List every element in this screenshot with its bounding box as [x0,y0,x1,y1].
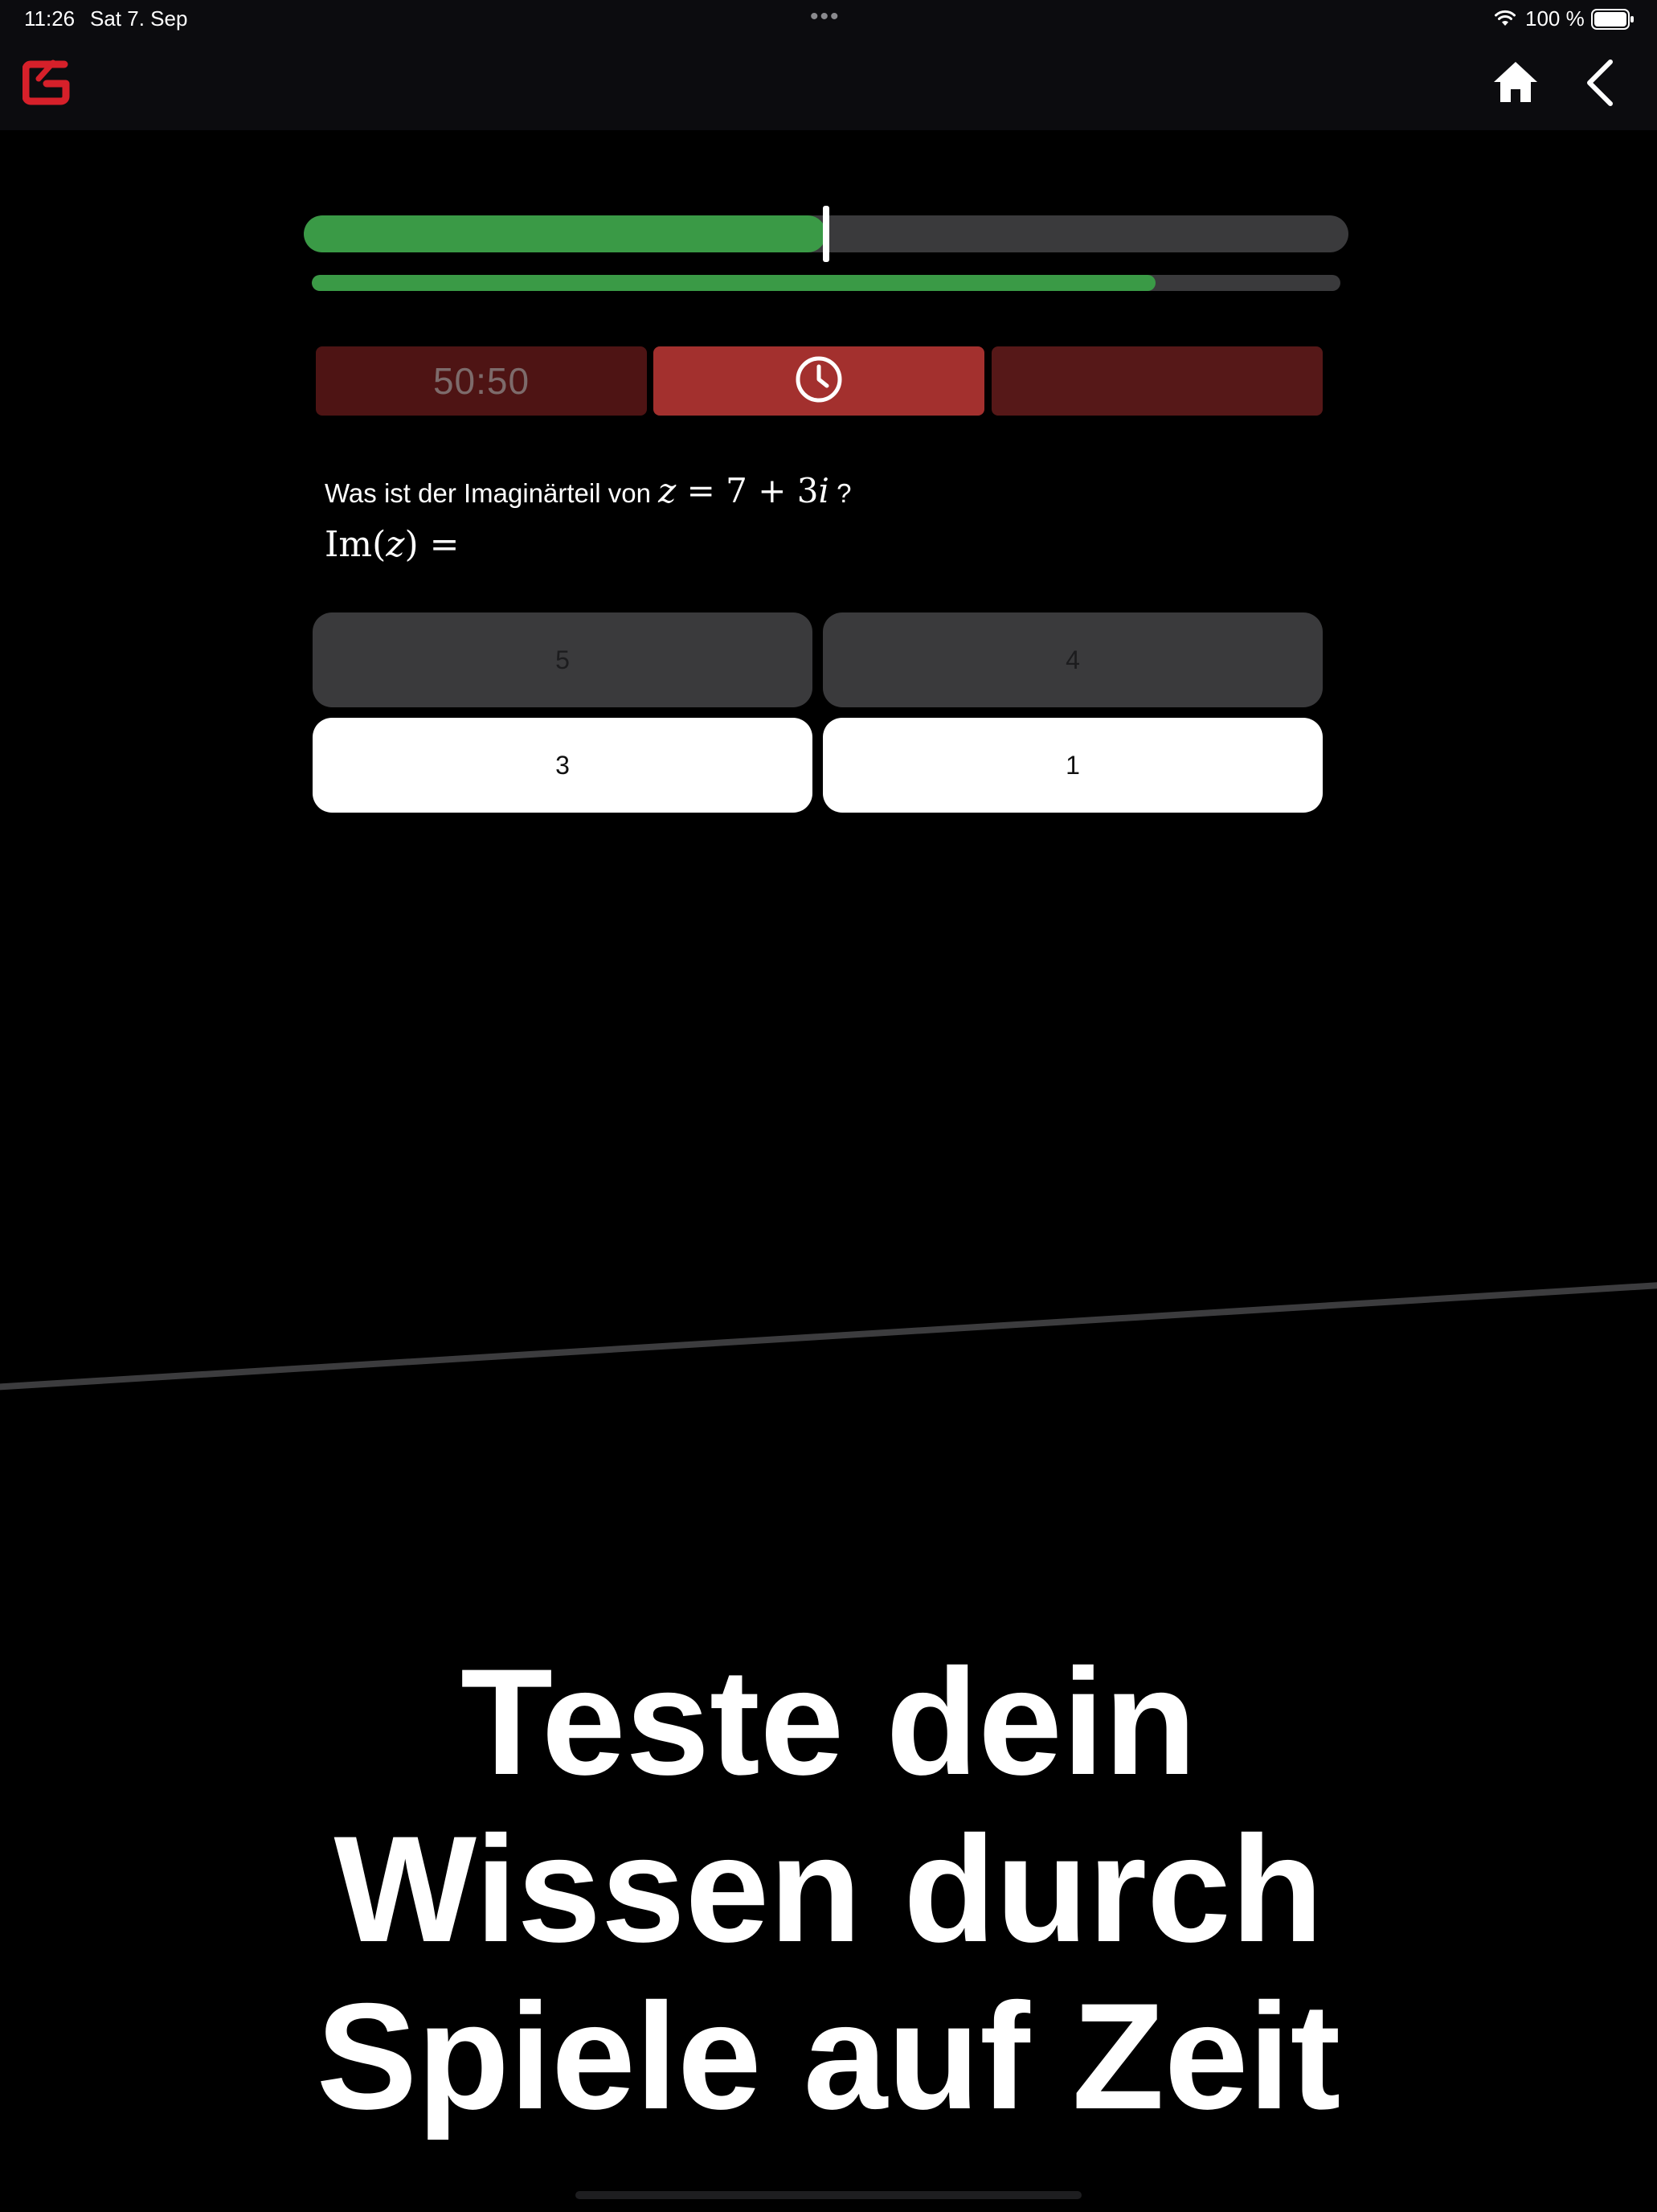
diagonal-divider [0,1280,1657,1391]
nav-bar [0,39,1657,130]
status-time: 11:26 [24,6,76,31]
question-suffix: ? [837,478,852,508]
answer-label: 1 [1066,750,1080,780]
chevron-left-icon[interactable] [1581,58,1617,112]
question-math: z = 7 + 3i [658,471,829,510]
answer-label: 5 [555,645,570,674]
status-bar: 11:26 Sat 7. Sep ••• 100 % [0,0,1657,39]
answer-label: 3 [555,750,570,780]
app-logo-icon[interactable] [22,56,71,113]
round-progress-fill [304,215,826,252]
progress-marker [823,206,829,262]
promo-line-1: Teste dein [460,1637,1197,1806]
formula-close: ) = [404,524,460,565]
answer-option-1[interactable]: 5 [313,612,812,707]
joker-third-button[interactable] [992,346,1323,416]
clock-icon [794,354,844,408]
math-variable-z: z [658,471,677,510]
multitasking-dots[interactable]: ••• [810,3,841,31]
home-icon[interactable] [1491,59,1540,109]
question-prefix: Was ist der Imaginärteil von [325,478,651,508]
joker-fifty-fifty-button[interactable]: 50:50 [316,346,647,416]
joker-fifty-fifty-label: 50:50 [432,360,530,402]
home-indicator[interactable] [575,2191,1082,2199]
status-date: Sat 7. Sep [90,6,188,31]
promo-line-3: Spiele auf Zeit [316,1972,1341,2140]
formula-z: z [386,524,405,565]
question-text: Was ist der Imaginärteil von z = 7 + 3i … [325,471,851,510]
math-equation: = 7 + 3 [676,471,819,510]
answer-formula: Im(z) = [325,524,460,565]
answer-label: 4 [1066,645,1080,674]
promo-line-2: Wissen durch [333,1804,1324,1973]
formula-im: Im( [325,524,387,565]
answer-option-4[interactable]: 1 [823,718,1323,813]
battery-icon [1591,9,1634,35]
answer-option-3[interactable]: 3 [313,718,812,813]
math-imaginary-unit: i [818,471,829,510]
answer-option-2[interactable]: 4 [823,612,1323,707]
joker-time-button[interactable] [653,346,984,416]
time-progress-fill [312,275,1156,291]
battery-percentage: 100 % [1525,6,1585,31]
promo-headline: Teste dein Wissen durch Spiele auf Zeit [0,1638,1657,2140]
time-progress-bar [312,275,1340,291]
wifi-icon [1493,8,1517,33]
